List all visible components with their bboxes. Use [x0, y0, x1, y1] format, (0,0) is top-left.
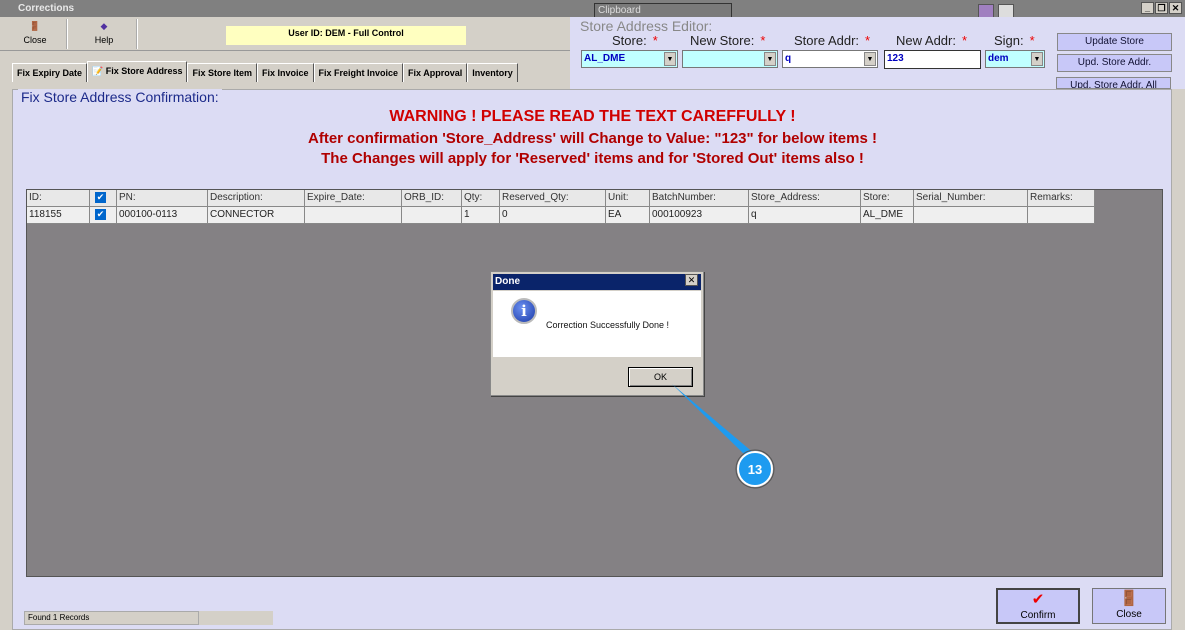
- table-cell: 0: [500, 207, 606, 224]
- status-bar: Found 1 Records: [24, 611, 199, 625]
- table-cell: [402, 207, 462, 224]
- close-toolbar-button[interactable]: 🚪 Close: [4, 19, 68, 49]
- column-header[interactable]: Remarks:: [1028, 190, 1095, 207]
- dialog-message: Correction Successfully Done !: [546, 320, 670, 330]
- update-store-button[interactable]: Update Store: [1057, 33, 1172, 51]
- door-exit-icon: 🚪: [29, 21, 41, 31]
- store-addr-select[interactable]: q ▼: [782, 50, 878, 68]
- ok-button[interactable]: OK: [628, 367, 693, 387]
- column-header[interactable]: Qty:: [462, 190, 500, 207]
- restore-button[interactable]: ❐: [1155, 2, 1168, 14]
- column-header[interactable]: Reserved_Qty:: [500, 190, 606, 207]
- sign-label: Sign: *: [994, 33, 1035, 48]
- notepad-icon: 📝: [92, 66, 104, 76]
- done-dialog: Done ✕ i Correction Successfully Done ! …: [490, 271, 704, 396]
- close-button[interactable]: 🚪 Close: [1092, 588, 1166, 624]
- checkbox[interactable]: ✔: [95, 209, 106, 220]
- table-cell: 118155: [27, 207, 90, 224]
- table-cell: 000100-0113: [117, 207, 208, 224]
- info-icon: i: [511, 298, 537, 324]
- column-header[interactable]: Expire_Date:: [305, 190, 402, 207]
- table-cell: 1: [462, 207, 500, 224]
- column-header[interactable]: ID:: [27, 190, 90, 207]
- table-cell: 000100923: [650, 207, 749, 224]
- help-button[interactable]: ◆ Help: [72, 19, 138, 49]
- new-addr-label: New Addr: *: [896, 33, 968, 48]
- warning-heading: WARNING ! PLEASE READ THE TEXT CAREFFULL…: [389, 108, 796, 125]
- tab-fix-expiry-date[interactable]: Fix Expiry Date: [12, 63, 88, 82]
- table-header: ID: ✔ PN: Description: Expire_Date: ORB_ID: Qt…: [27, 190, 1095, 207]
- table-cell: [1028, 207, 1095, 224]
- tab-label: Fix Store Address: [105, 66, 183, 76]
- table-cell: ✔: [90, 207, 117, 224]
- table-cell: [914, 207, 1028, 224]
- tab-fix-store-address[interactable]: 📝 Fix Store Address: [87, 61, 188, 82]
- table-cell: CONNECTOR: [208, 207, 305, 224]
- store-addr-label: Store Addr: *: [794, 33, 871, 48]
- warning-line-2: The Changes will apply for 'Reserved' it…: [321, 150, 864, 167]
- column-header[interactable]: PN:: [117, 190, 208, 207]
- column-header[interactable]: Description:: [208, 190, 305, 207]
- upd-store-addr-button[interactable]: Upd. Store Addr.: [1057, 54, 1172, 72]
- store-label: Store: *: [612, 33, 658, 48]
- warning-line-1: After confirmation 'Store_Address' will …: [308, 130, 877, 147]
- table-cell: [305, 207, 402, 224]
- column-header[interactable]: Store:: [861, 190, 914, 207]
- column-header[interactable]: BatchNumber:: [650, 190, 749, 207]
- new-store-label: New Store: *: [690, 33, 766, 48]
- tab-fix-store-item[interactable]: Fix Store Item: [187, 63, 257, 82]
- store-select[interactable]: AL_DME ▼: [581, 50, 678, 68]
- clipboard-check-icon: ✔: [1031, 591, 1045, 608]
- minimize-button[interactable]: _: [1141, 2, 1154, 14]
- door-exit-icon: 🚪: [1119, 590, 1139, 607]
- column-header[interactable]: Store_Address:: [749, 190, 861, 207]
- dialog-close-button[interactable]: ✕: [685, 274, 698, 286]
- help-label: Help: [94, 35, 114, 45]
- new-store-select[interactable]: ▼: [682, 50, 778, 68]
- close-label: Close: [23, 35, 47, 45]
- tab-bar: Fix Expiry Date 📝 Fix Store Address Fix …: [12, 61, 518, 82]
- column-header[interactable]: ✔: [90, 190, 117, 207]
- column-header[interactable]: Serial_Number:: [914, 190, 1028, 207]
- confirm-button[interactable]: ✔ Confirm: [996, 588, 1080, 624]
- checkbox[interactable]: ✔: [95, 192, 106, 203]
- new-addr-input[interactable]: 123: [884, 50, 981, 69]
- column-header[interactable]: Unit:: [606, 190, 650, 207]
- table-cell: EA: [606, 207, 650, 224]
- close-window-button[interactable]: ✕: [1169, 2, 1182, 14]
- dialog-title: Done: [493, 274, 701, 290]
- panel-title: Fix Store Address Confirmation:: [18, 89, 222, 105]
- table-cell: q: [749, 207, 861, 224]
- column-header[interactable]: ORB_ID:: [402, 190, 462, 207]
- sign-select[interactable]: dem ▼: [985, 50, 1045, 68]
- tab-fix-invoice[interactable]: Fix Invoice: [256, 63, 314, 82]
- tab-fix-freight-invoice[interactable]: Fix Freight Invoice: [313, 63, 404, 82]
- chevron-down-icon[interactable]: ▼: [764, 52, 776, 66]
- upd-store-addr-all-button[interactable]: Upd. Store Addr. All: [1056, 77, 1171, 89]
- chevron-down-icon[interactable]: ▼: [664, 52, 676, 66]
- table-row[interactable]: 118155 ✔ 000100-0113 CONNECTOR 1 0 EA 000100923…: [27, 207, 1095, 224]
- chevron-down-icon[interactable]: ▼: [864, 52, 876, 66]
- status-bar-panel: [199, 611, 273, 625]
- table-cell: AL_DME: [861, 207, 914, 224]
- help-book-icon: ◆: [100, 21, 108, 31]
- tab-inventory[interactable]: Inventory: [467, 63, 518, 82]
- chevron-down-icon[interactable]: ▼: [1031, 52, 1043, 66]
- editor-title: Store Address Editor:: [578, 18, 715, 34]
- user-id-label: User ID: DEM - Full Control: [226, 26, 466, 45]
- tab-fix-approval[interactable]: Fix Approval: [403, 63, 468, 82]
